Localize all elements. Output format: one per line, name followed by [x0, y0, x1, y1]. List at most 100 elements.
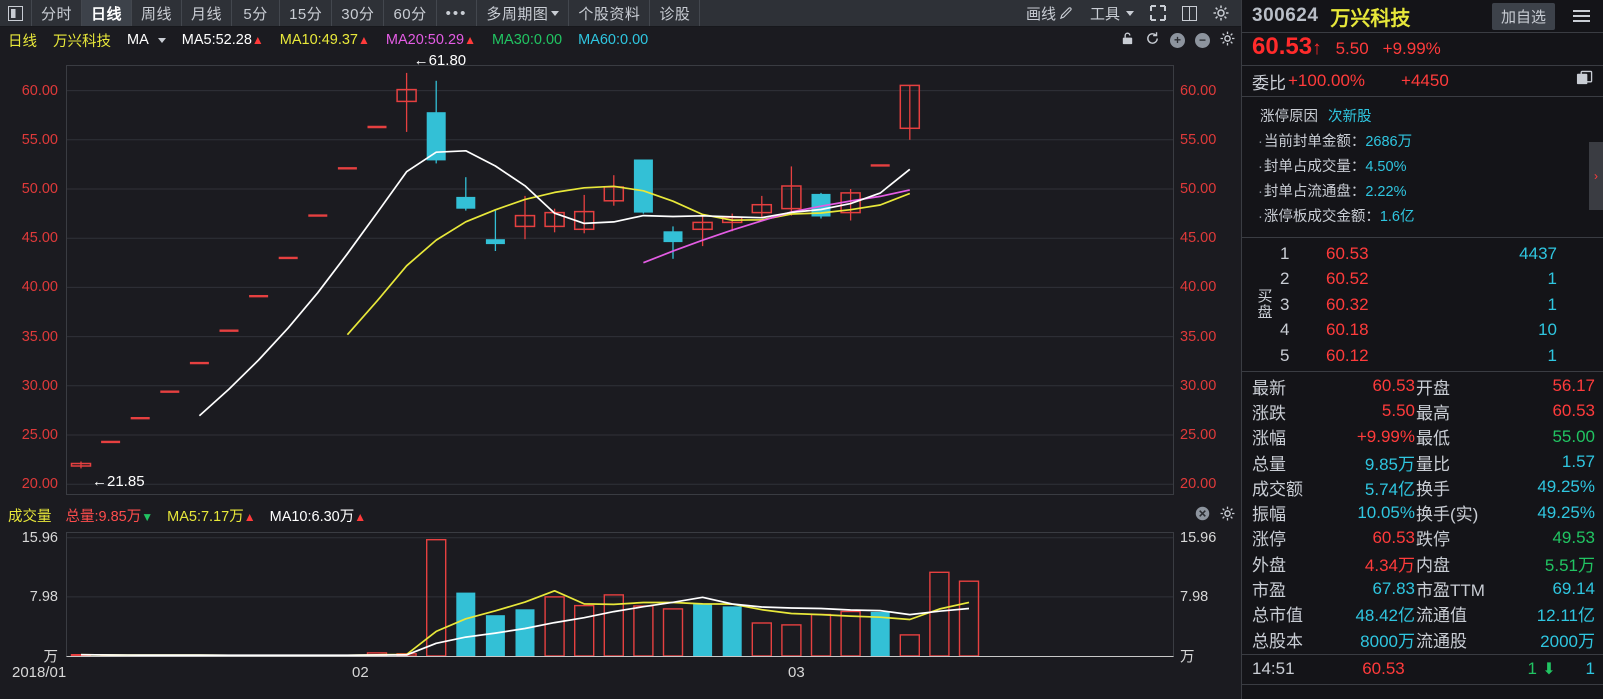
period-tab-30min[interactable]: 30分 — [332, 0, 385, 26]
indbar-ma-selector[interactable]: MA — [127, 32, 149, 48]
bid-volume: 1 — [1547, 269, 1557, 289]
time-axis-tick: 2018/01 — [12, 664, 67, 681]
stat-key-right: 内盘 — [1416, 555, 1450, 575]
period-tab-rixian[interactable]: 日线 — [82, 0, 133, 26]
copy-icon[interactable] — [1576, 70, 1593, 92]
period-label: 15分 — [289, 5, 323, 23]
stat-value-left: 5.50 — [1381, 401, 1415, 421]
volume-chart-panel[interactable]: 15.96 15.96 7.98 7.98 万万 2018/01 02 03 — [0, 528, 1241, 699]
more-periods-button[interactable]: ••• — [437, 0, 478, 26]
lock-icon[interactable] — [1120, 31, 1135, 50]
low-price-annotation: ←21.85 — [92, 472, 145, 490]
weibi-label: 委比 — [1252, 73, 1286, 93]
limit-reason-row: ·涨停板成交金额：1.6亿 — [1258, 205, 1603, 226]
close-icon[interactable] — [1195, 506, 1210, 525]
zoom-out-icon[interactable]: − — [1195, 32, 1210, 48]
price-axis-tick-right: 30.00 — [1180, 377, 1217, 394]
add-favorite-button[interactable]: 加自选 — [1491, 2, 1555, 30]
gear-icon — [1213, 5, 1229, 21]
period-tab-60min[interactable]: 60分 — [384, 0, 437, 26]
tick-count: 1 — [1585, 659, 1595, 679]
volume-total: 总量:9.85万▼ — [66, 505, 154, 526]
draw-line-button[interactable]: 画线 — [1020, 0, 1080, 27]
last-price-text: 60.53 — [1252, 33, 1313, 60]
price-axis-tick-left: 50.00 — [21, 181, 58, 197]
price-axis-tick-right: 50.00 — [1180, 181, 1217, 197]
stats-table: 最新 60.53 开盘 56.17 涨跌 5.50 最高 60.53 涨幅 +9.99% 最低 55.… — [1242, 372, 1603, 655]
weibi-value: +100.00% — [1288, 71, 1366, 90]
price-axis-tick-right: 45.00 — [1180, 230, 1217, 247]
stat-key-left: 市盈 — [1252, 581, 1286, 601]
stats-row: 最新 60.53 开盘 56.17 — [1242, 374, 1603, 399]
bid-row[interactable]: 3 60.32 1 — [1280, 292, 1603, 318]
zoom-in-icon[interactable]: + — [1170, 32, 1185, 48]
stat-key-right: 最低 — [1416, 429, 1450, 449]
settings-button[interactable] — [1207, 0, 1235, 27]
stat-key-left: 外盘 — [1252, 555, 1286, 575]
period-tab-5min[interactable]: 5分 — [232, 0, 281, 26]
tools-button[interactable]: 工具 — [1084, 0, 1140, 27]
refresh-icon[interactable] — [1145, 31, 1160, 50]
bid-volume: 1 — [1547, 345, 1557, 365]
limit-reason-row: ·封单占成交量：4.50% — [1258, 155, 1603, 176]
volume-header-icons — [1195, 503, 1235, 528]
diagnose-stock-button[interactable]: 诊股 — [650, 0, 701, 26]
expand-icon — [1150, 5, 1166, 21]
price-axis-tick-left: 45.00 — [21, 230, 58, 247]
ma5-text: MA5:52.28 — [181, 32, 252, 48]
bid-level: 5 — [1280, 345, 1290, 365]
bid-row[interactable]: 4 60.18 10 — [1280, 318, 1603, 344]
stock-info-label: 个股资料 — [578, 5, 641, 23]
multi-period-chart-button[interactable]: 多周期图 — [477, 0, 570, 26]
row-key: 当前封单金额： — [1263, 134, 1366, 150]
volume-axis-tick-right: 万 — [1180, 649, 1195, 666]
stock-header: 300624 万兴科技 加自选 — [1242, 0, 1603, 33]
price-chart-panel[interactable]: 20.00 20.00 25.00 25.00 30.00 30.00 35.00 35.00… — [0, 52, 1241, 544]
period-tab-zhouxian[interactable]: 周线 — [132, 0, 183, 26]
stat-key-right: 最高 — [1416, 403, 1450, 423]
bid-volume: 10 — [1538, 320, 1557, 340]
bid-row[interactable]: 1 60.53 4437 — [1280, 241, 1603, 267]
period-label: 周线 — [141, 5, 173, 23]
stats-row: 总股本 8000万 流通股 2000万 — [1242, 626, 1603, 651]
row-value: 1.6亿 — [1379, 209, 1415, 225]
bid-row[interactable]: 2 60.52 1 — [1280, 267, 1603, 293]
price-axis-tick-left: 25.00 — [21, 427, 58, 443]
fullscreen-button[interactable] — [1144, 0, 1172, 27]
up-arrow-icon: ▲ — [354, 510, 367, 524]
more-dots-icon: ••• — [445, 4, 468, 22]
bid-row[interactable]: 5 60.12 1 — [1280, 343, 1603, 369]
pencil-icon — [1059, 6, 1072, 19]
period-tab-fenshi[interactable]: 分时 — [32, 0, 83, 26]
volume-axis-tick-right: 15.96 — [1180, 529, 1217, 546]
stock-info-button[interactable]: 个股资料 — [569, 0, 651, 26]
bullet-icon: · — [1258, 184, 1263, 200]
period-label: 日线 — [91, 5, 123, 23]
stat-value-right: 56.17 — [1552, 376, 1595, 396]
up-arrow-icon: ▲ — [464, 33, 476, 47]
tick-time: 14:51 — [1252, 659, 1295, 679]
bullet-icon: · — [1258, 209, 1263, 225]
bullet-icon: · — [1258, 134, 1263, 150]
stat-key-left: 涨停 — [1252, 530, 1286, 550]
volume-settings-icon[interactable] — [1220, 506, 1235, 525]
period-tab-yuexian[interactable]: 月线 — [182, 0, 233, 26]
panel-expand-tab[interactable]: › — [1589, 142, 1603, 210]
window-split-button[interactable] — [1176, 0, 1203, 27]
diagnose-label: 诊股 — [659, 5, 691, 23]
draw-line-label: 画线 — [1025, 5, 1056, 23]
volume-ma5: MA5:7.17万▲ — [167, 505, 255, 526]
volume-plot-area[interactable] — [66, 532, 1174, 658]
price-plot-area[interactable] — [66, 65, 1174, 495]
chevron-down-icon — [1126, 10, 1134, 16]
period-tab-15min[interactable]: 15分 — [280, 0, 333, 26]
row-value: 4.50% — [1365, 159, 1407, 175]
chart-settings-icon[interactable] — [1220, 31, 1235, 50]
hamburger-menu-icon[interactable] — [1567, 10, 1595, 22]
row-value: 2.22% — [1365, 184, 1407, 200]
limit-reason-tag[interactable]: 次新股 — [1328, 109, 1372, 125]
panel-layout-icon[interactable] — [0, 0, 32, 26]
chevron-down-icon[interactable] — [157, 37, 166, 43]
volume-axis-tick-left: 7.98 — [29, 588, 58, 605]
